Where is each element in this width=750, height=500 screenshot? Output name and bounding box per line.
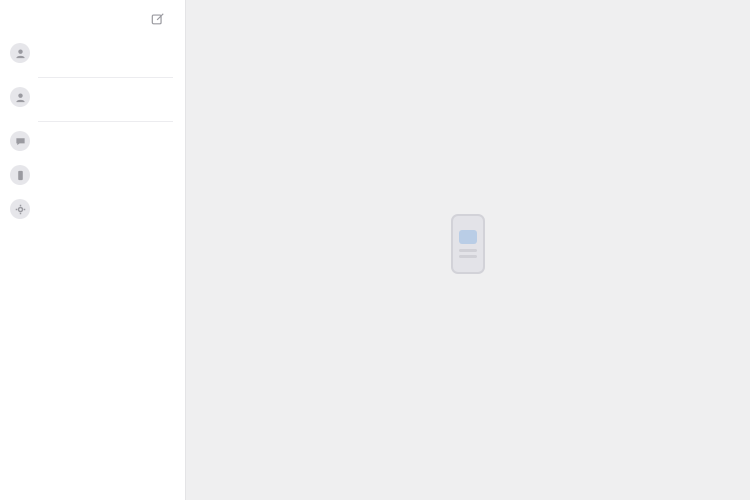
settings-icon — [10, 199, 30, 219]
sidebar-item-1[interactable] — [0, 34, 185, 78]
sidebar-item-3[interactable] — [0, 122, 185, 156]
compose-button[interactable] — [150, 12, 166, 26]
person-icon — [10, 43, 30, 63]
sidebar-item-5[interactable] — [0, 190, 185, 224]
person-icon — [10, 87, 30, 107]
sidebar-item-4[interactable] — [0, 156, 185, 190]
sidebar — [0, 0, 186, 500]
empty-state — [186, 214, 750, 294]
chat-icon — [10, 131, 30, 151]
phone-device-icon — [451, 214, 485, 274]
phone-icon — [10, 165, 30, 185]
sidebar-header — [0, 0, 185, 34]
main-content — [186, 0, 750, 500]
sidebar-item-2[interactable] — [0, 78, 185, 122]
compose-icon — [151, 13, 164, 25]
app-window — [0, 0, 750, 500]
